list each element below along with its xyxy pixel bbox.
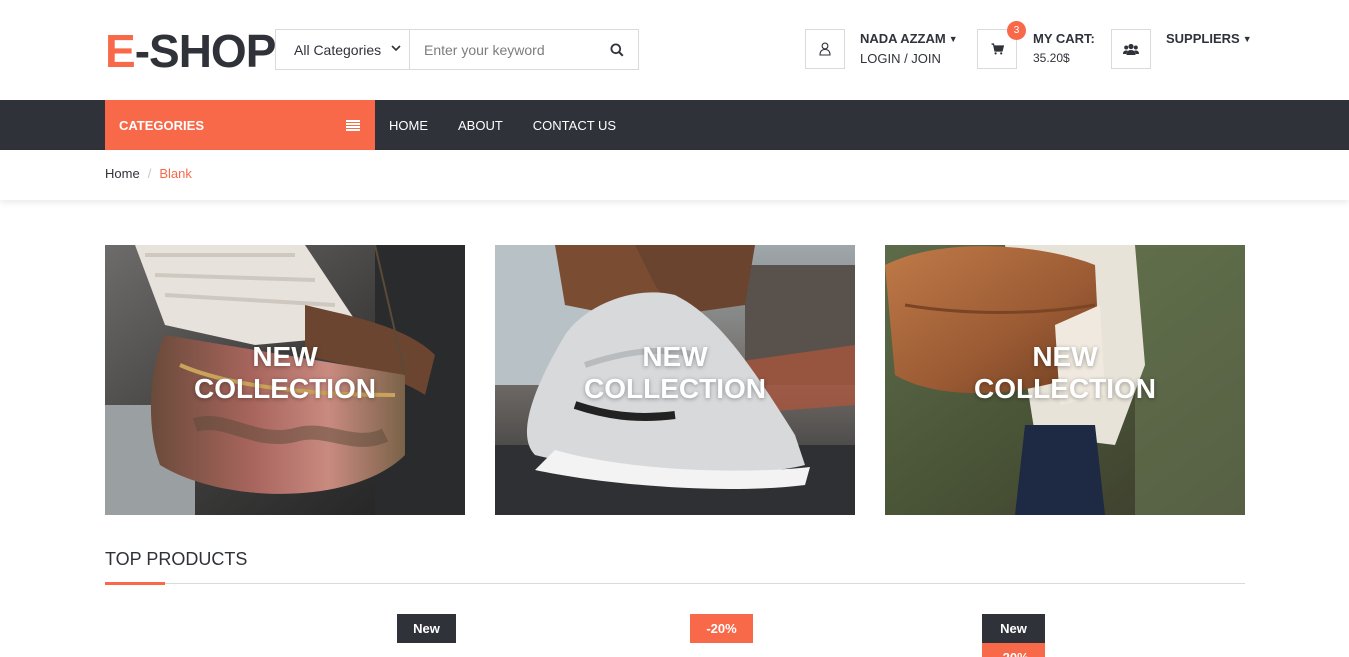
caret-down-icon: ▼: [1242, 34, 1252, 44]
banner-clutch[interactable]: NEW COLLECTION: [885, 245, 1245, 515]
categories-label: CATEGORIES: [119, 117, 204, 133]
search-icon: [610, 43, 624, 57]
banner-caption-line1: NEW: [1032, 341, 1098, 372]
account-name[interactable]: NADA AZZAM ▼: [860, 31, 958, 46]
breadcrumb-separator: /: [147, 166, 152, 181]
account-button[interactable]: [805, 29, 845, 69]
cart-title[interactable]: MY CART:: [1033, 31, 1095, 46]
suppliers-label: SUPPLIERS: [1166, 31, 1240, 46]
product-label-sale: -20%: [690, 614, 753, 643]
banner-bag[interactable]: NEW COLLECTION: [105, 245, 465, 515]
nav-links: HOME ABOUT CONTACT US: [389, 100, 646, 150]
menu-icon: [346, 119, 360, 131]
breadcrumb-home[interactable]: Home: [105, 166, 140, 181]
category-select[interactable]: All Categories: [276, 30, 410, 69]
banner-caption-line1: NEW: [252, 341, 318, 372]
banner-caption: NEW COLLECTION: [885, 341, 1245, 405]
account-name-text: NADA AZZAM: [860, 31, 946, 46]
caret-down-icon: ▼: [948, 34, 958, 44]
banner-caption-line2: COLLECTION: [194, 373, 376, 404]
banner-shoe[interactable]: NEW COLLECTION: [495, 245, 855, 515]
search-bar: All Categories Enter your keyword: [275, 29, 639, 70]
banner-caption: NEW COLLECTION: [495, 341, 855, 405]
product-label-new: New: [982, 614, 1045, 643]
logo[interactable]: E-SHOP: [105, 25, 277, 77]
suppliers-dropdown[interactable]: SUPPLIERS ▼: [1166, 31, 1252, 46]
product-label-sale: -20%: [982, 643, 1045, 657]
cart-count-badge: 3: [1007, 21, 1026, 40]
main-nav: CATEGORIES HOME ABOUT CONTACT US: [0, 100, 1349, 150]
search-button[interactable]: [596, 30, 638, 69]
logo-text: -SHOP: [134, 25, 277, 77]
logo-accent: E: [105, 25, 136, 77]
banner-caption: NEW COLLECTION: [105, 341, 465, 405]
banner-caption-line2: COLLECTION: [584, 373, 766, 404]
header: E-SHOP All Categories Enter your keyword…: [0, 0, 1349, 100]
user-icon: [819, 42, 831, 56]
banner-caption-line2: COLLECTION: [974, 373, 1156, 404]
section-divider: [105, 583, 1245, 584]
product-label-new: New: [397, 614, 456, 643]
breadcrumb-current: Blank: [159, 166, 192, 181]
nav-home[interactable]: HOME: [389, 118, 428, 133]
section-title: TOP PRODUCTS: [105, 549, 248, 569]
nav-contact[interactable]: CONTACT US: [533, 118, 616, 133]
cart-total: 35.20$: [1033, 51, 1070, 65]
cart-icon: [991, 43, 1004, 55]
suppliers-button[interactable]: [1111, 29, 1151, 69]
search-input[interactable]: Enter your keyword: [410, 30, 596, 69]
breadcrumb-bar: Home / Blank: [0, 150, 1349, 200]
chevron-down-icon: [391, 44, 401, 55]
section-accent-bar: [105, 582, 165, 585]
search-placeholder: Enter your keyword: [424, 41, 545, 58]
banner-caption-line1: NEW: [642, 341, 708, 372]
nav-about[interactable]: ABOUT: [458, 118, 503, 133]
login-join-link[interactable]: LOGIN / JOIN: [860, 51, 941, 66]
categories-button[interactable]: CATEGORIES: [105, 100, 375, 150]
users-icon: [1123, 43, 1139, 55]
category-select-value: All Categories: [294, 41, 382, 58]
breadcrumb: Home / Blank: [105, 166, 192, 181]
